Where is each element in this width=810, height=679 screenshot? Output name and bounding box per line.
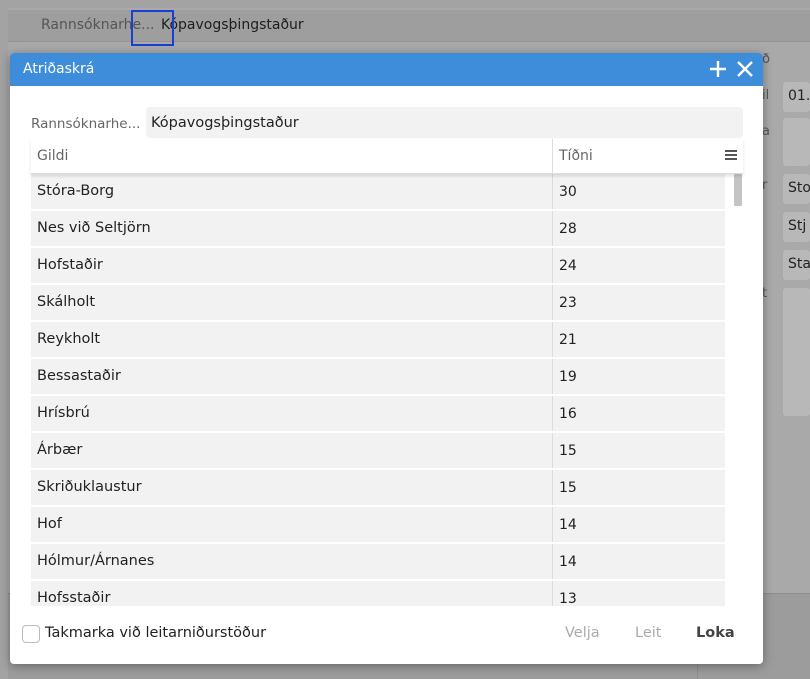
cell-tidni: 30	[559, 184, 577, 200]
cell-gildi: Árbær	[37, 442, 83, 458]
focus-indicator	[131, 10, 174, 46]
table-row[interactable]: Nes við Seltjörn 28	[31, 211, 725, 246]
cell-divider	[552, 322, 553, 357]
table-row[interactable]: Stóra-Borg 30	[31, 174, 725, 209]
cell-tidni: 16	[559, 406, 577, 422]
grid-header: Gildi Tíðni	[31, 139, 743, 174]
grid-scrollbar[interactable]	[734, 174, 742, 606]
cell-divider	[552, 544, 553, 579]
cell-divider	[552, 433, 553, 468]
cell-divider	[552, 211, 553, 246]
cell-tidni: 15	[559, 480, 577, 496]
background-label: a	[762, 124, 770, 139]
column-header-gildi[interactable]: Gildi	[37, 148, 68, 164]
cell-divider	[552, 581, 553, 606]
cell-gildi: Hofsstaðir	[37, 590, 111, 606]
background-breadcrumb-value: Kópavogsþingstaður	[161, 17, 304, 33]
cell-tidni: 13	[559, 591, 577, 606]
cell-tidni: 23	[559, 295, 577, 311]
dialog-footer: Takmarka við leitarniðurstöður Velja Lei…	[10, 613, 763, 664]
search-button[interactable]: Leit	[635, 625, 661, 641]
cell-gildi: Bessastaðir	[37, 368, 121, 384]
background-label: ð	[762, 52, 770, 67]
cell-tidni: 15	[559, 443, 577, 459]
cell-gildi: Hólmur/Árnanes	[37, 553, 155, 569]
cell-gildi: Stóra-Borg	[37, 183, 115, 199]
background-field: 01.	[783, 82, 810, 112]
cell-divider	[552, 174, 553, 209]
background-field: Stj	[783, 212, 810, 242]
cell-gildi: Hofstaðir	[37, 257, 103, 273]
background-field: Sta	[783, 250, 810, 280]
background-field	[783, 118, 810, 166]
table-row[interactable]: Skálholt 23	[31, 285, 725, 320]
background-field: Sto	[783, 174, 810, 204]
table-row[interactable]: Skriðuklaustur 15	[31, 470, 725, 505]
add-icon[interactable]	[708, 59, 728, 79]
cell-tidni: 24	[559, 258, 577, 274]
dialog-title-bar: Atriðaskrá	[10, 53, 763, 86]
close-button[interactable]: Loka	[696, 625, 735, 641]
table-row[interactable]: Hofsstaðir 13	[31, 581, 725, 606]
restrict-results-label[interactable]: Takmarka við leitarniðurstöður	[45, 625, 266, 641]
table-row[interactable]: Hólmur/Árnanes 14	[31, 544, 725, 579]
cell-gildi: Skriðuklaustur	[37, 479, 142, 495]
table-row[interactable]: Hrísbrú 16	[31, 396, 725, 431]
table-row[interactable]: Hofstaðir 24	[31, 248, 725, 283]
background-field	[783, 288, 810, 416]
filter-value: Kópavogsþingstaður	[146, 107, 743, 138]
cell-tidni: 14	[559, 554, 577, 570]
scrollbar-thumb[interactable]	[734, 174, 742, 206]
cell-divider	[552, 507, 553, 542]
table-row[interactable]: Reykholt 21	[31, 322, 725, 357]
cell-divider	[552, 470, 553, 505]
cell-tidni: 21	[559, 332, 577, 348]
cell-divider	[552, 359, 553, 394]
column-header-tidni[interactable]: Tíðni	[559, 148, 593, 164]
cell-divider	[552, 248, 553, 283]
cell-gildi: Nes við Seltjörn	[37, 220, 151, 236]
select-button[interactable]: Velja	[565, 625, 600, 641]
cell-tidni: 28	[559, 221, 577, 237]
cell-gildi: Hrísbrú	[37, 405, 90, 421]
cell-divider	[552, 396, 553, 431]
background-label: il	[762, 88, 770, 103]
cell-tidni: 19	[559, 369, 577, 385]
cell-divider	[552, 285, 553, 320]
cell-gildi: Reykholt	[37, 331, 101, 347]
cell-gildi: Hof	[37, 516, 62, 532]
cell-gildi: Skálholt	[37, 294, 96, 310]
table-row[interactable]: Bessastaðir 19	[31, 359, 725, 394]
filter-row: Rannsóknarhe... Kópavogsþingstaður	[31, 107, 743, 139]
value-grid: Gildi Tíðni Stóra-Borg 30 Nes við Seltjö…	[31, 139, 743, 606]
restrict-results-checkbox[interactable]	[22, 625, 40, 643]
column-divider	[552, 139, 553, 174]
filter-label: Rannsóknarhe...	[31, 116, 141, 132]
dialog-title: Atriðaskrá	[23, 61, 95, 77]
table-row[interactable]: Hof 14	[31, 507, 725, 542]
close-icon[interactable]	[735, 59, 755, 79]
cell-tidni: 14	[559, 517, 577, 533]
grid-body: Stóra-Borg 30 Nes við Seltjörn 28 Hofsta…	[31, 174, 743, 606]
value-list-dialog: Atriðaskrá Rannsóknarhe... Kópavogsþings…	[10, 53, 763, 664]
column-menu-icon[interactable]	[725, 150, 737, 162]
table-row[interactable]: Árbær 15	[31, 433, 725, 468]
